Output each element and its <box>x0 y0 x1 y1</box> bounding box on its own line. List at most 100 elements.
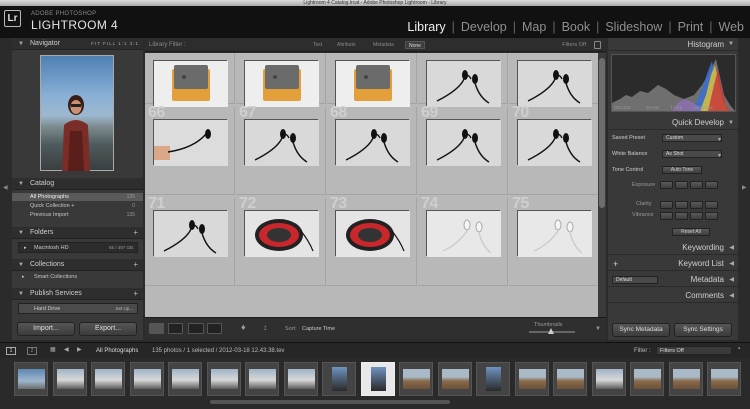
left-panel-collapse-icon[interactable]: ◀ <box>3 184 8 191</box>
quick-develop-header[interactable]: Quick Develop ▼ <box>608 116 738 130</box>
grid-cell[interactable] <box>418 53 508 107</box>
histogram-header[interactable]: Histogram ▼ <box>608 38 738 51</box>
adjust-stepper-button[interactable] <box>690 181 703 189</box>
photo-thumbnail[interactable] <box>244 119 319 166</box>
catalog-item-all-photographs[interactable]: All Photographs 135 <box>12 193 143 201</box>
export-button[interactable]: Export... <box>79 322 137 336</box>
module-library[interactable]: Library <box>401 20 451 34</box>
grid-cell[interactable]: 73 <box>327 195 417 286</box>
smart-collections-item[interactable]: ▸ Smart Collections <box>12 273 143 281</box>
back-arrow-icon[interactable]: ◀ <box>64 346 69 353</box>
filter-tab-none[interactable]: None <box>405 41 425 49</box>
filmstrip-scrollbar[interactable] <box>210 400 450 404</box>
filmstrip-thumbnail[interactable] <box>553 362 587 396</box>
photo-thumbnail[interactable] <box>426 60 501 107</box>
photo-thumbnail[interactable] <box>153 210 228 257</box>
metadata-header[interactable]: Default Metadata ◀ <box>608 273 738 287</box>
photo-thumbnail[interactable] <box>517 119 592 166</box>
filter-lock-icon[interactable]: ▪ <box>738 346 740 352</box>
lock-icon[interactable] <box>594 41 601 49</box>
dropdown-arrow-icon[interactable]: ▾ <box>718 136 721 143</box>
photo-thumbnail[interactable] <box>517 60 592 107</box>
publish-hard-drive-row[interactable]: Hard Drive Set Up... <box>18 303 138 314</box>
module-web[interactable]: Web <box>713 20 750 34</box>
filmstrip-thumbnail[interactable] <box>283 362 318 396</box>
window-1-button[interactable]: 1 <box>6 347 16 355</box>
adjust-stepper-button[interactable] <box>675 212 688 220</box>
filmstrip-thumbnail[interactable] <box>245 362 279 396</box>
grid-cell[interactable]: 70 <box>509 104 598 195</box>
photo-thumbnail[interactable] <box>517 210 592 257</box>
filmstrip-thumbnail[interactable] <box>206 362 241 396</box>
adjust-stepper-button[interactable] <box>660 212 673 220</box>
filter-tab-text[interactable]: Text <box>310 41 325 49</box>
white-balance-dropdown[interactable]: As Shot <box>662 150 722 158</box>
loupe-view-icon[interactable] <box>168 323 183 334</box>
toolbar-menu-icon[interactable]: ▼ <box>595 326 601 332</box>
filmstrip-thumbnail[interactable] <box>476 362 510 396</box>
folders-header[interactable]: ▼ Folders + <box>12 227 143 239</box>
photo-thumbnail[interactable] <box>426 119 501 166</box>
adjust-stepper-button[interactable] <box>690 201 703 209</box>
adjust-stepper-button[interactable] <box>705 181 718 189</box>
grid-cell[interactable] <box>145 53 235 107</box>
keywording-header[interactable]: Keywording ◀ <box>608 241 738 255</box>
grid-cell[interactable]: 69 <box>418 104 508 195</box>
filmstrip-thumbnail[interactable] <box>322 362 356 396</box>
catalog-item-previous-import[interactable]: Previous Import 135 <box>12 211 143 219</box>
folder-drive-row[interactable]: ▸ Macintosh HD 65 / 497 GB <box>18 242 138 253</box>
adjust-stepper-button[interactable] <box>690 212 703 220</box>
comments-header[interactable]: Comments ◀ <box>608 289 738 303</box>
filmstrip-thumbnail[interactable] <box>360 362 395 396</box>
photo-thumbnail[interactable] <box>426 210 501 257</box>
grid-cell[interactable]: 75 <box>509 195 598 286</box>
painter-icon[interactable]: ♦ <box>241 323 249 334</box>
photo-thumbnail[interactable] <box>153 60 228 107</box>
publish-setup-link[interactable]: Set Up... <box>115 304 133 314</box>
adjust-stepper-button[interactable] <box>705 201 718 209</box>
filmstrip-thumbnail[interactable] <box>668 362 703 396</box>
filter-tab-metadata[interactable]: Metadata <box>370 41 397 49</box>
filmstrip-thumbnail[interactable] <box>14 362 48 396</box>
collections-header[interactable]: ▼ Collections + <box>12 259 143 271</box>
reset-all-button[interactable]: Reset All <box>672 228 710 236</box>
adjust-stepper-button[interactable] <box>675 201 688 209</box>
right-panel-collapse-icon[interactable]: ▶ <box>742 184 747 191</box>
add-collection-icon[interactable]: + <box>133 259 138 271</box>
filmstrip-thumbnail[interactable] <box>514 362 549 396</box>
sync-settings-button[interactable]: Sync Settings <box>674 323 732 337</box>
grid-cell[interactable]: 66 <box>145 104 235 195</box>
module-develop[interactable]: Develop <box>455 20 513 34</box>
grid-icon[interactable]: ▦ <box>50 346 56 353</box>
adjust-stepper-button[interactable] <box>660 201 673 209</box>
navigator-header[interactable]: ▼ Navigator FIT FILL 1:1 3:1 <box>12 38 143 50</box>
module-slideshow[interactable]: Slideshow <box>599 20 668 34</box>
photo-thumbnail[interactable] <box>335 60 410 107</box>
add-publish-service-icon[interactable]: + <box>133 288 138 300</box>
filter-status[interactable]: Filters Off <box>562 38 586 52</box>
grid-cell[interactable] <box>236 53 326 107</box>
filmstrip-thumbnail[interactable] <box>129 362 164 396</box>
photo-thumbnail[interactable] <box>335 210 410 257</box>
filmstrip-thumbnail[interactable] <box>52 362 87 396</box>
saved-preset-dropdown[interactable]: Custom <box>662 134 722 142</box>
adjust-stepper-button[interactable] <box>660 181 673 189</box>
catalog-item-quick-collection[interactable]: Quick Collection + 0 <box>12 202 143 210</box>
grid-cell[interactable] <box>327 53 417 107</box>
compare-view-icon[interactable] <box>188 323 204 334</box>
thumbnail-size-slider-knob[interactable] <box>548 328 554 334</box>
grid-view-icon[interactable] <box>149 323 164 334</box>
filmstrip-filter-dropdown[interactable]: Filters Off <box>656 346 732 355</box>
auto-tone-button[interactable]: Auto Tone <box>662 166 702 174</box>
grid-cell[interactable]: 72 <box>236 195 326 286</box>
import-button[interactable]: Import... <box>17 322 75 336</box>
module-book[interactable]: Book <box>556 20 597 34</box>
module-print[interactable]: Print <box>672 20 710 34</box>
keyword-list-header[interactable]: + Keyword List ◀ <box>608 257 738 271</box>
dropdown-arrow-icon[interactable]: ▾ <box>718 152 721 159</box>
grid-cell[interactable]: 67 <box>236 104 326 195</box>
filter-tab-attribute[interactable]: Attribute <box>334 41 359 49</box>
photo-thumbnail[interactable] <box>153 119 228 166</box>
forward-arrow-icon[interactable]: ▶ <box>77 346 82 353</box>
filmstrip-thumbnail[interactable] <box>591 362 626 396</box>
